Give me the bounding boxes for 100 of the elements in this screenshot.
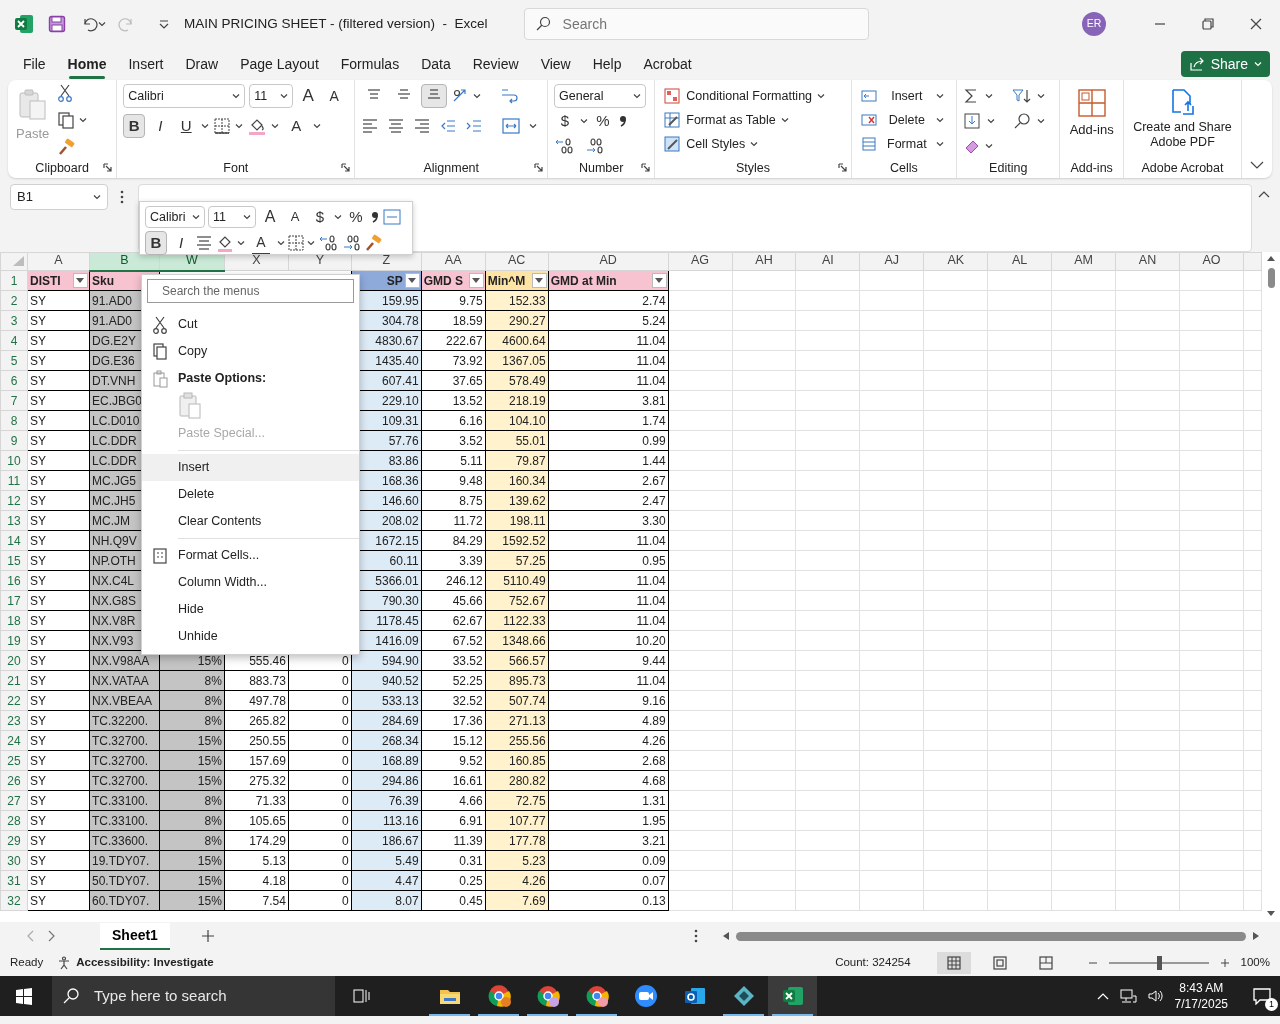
font-size-select[interactable]: 11	[249, 84, 294, 108]
underline-button[interactable]: U	[175, 114, 198, 138]
decrease-decimal-icon[interactable]	[584, 137, 605, 155]
close-icon[interactable]	[1250, 18, 1262, 30]
row-header[interactable]: 28	[0, 810, 28, 831]
row-header[interactable]: 32	[0, 890, 28, 911]
row-header[interactable]: 13	[0, 510, 28, 531]
row-header[interactable]: 8	[0, 410, 28, 431]
taskbar-search-box[interactable]: Type here to search	[52, 976, 335, 1016]
caret-icon[interactable]	[580, 117, 589, 125]
merge-icon[interactable]	[501, 117, 522, 135]
ribbon-tab[interactable]: View	[529, 49, 582, 79]
styles-menu-button[interactable]: Cell Styles	[661, 132, 761, 156]
column-header[interactable]: AI	[795, 252, 860, 271]
align-left-icon[interactable]	[361, 117, 380, 135]
add-sheet-icon[interactable]	[201, 930, 214, 942]
grow-font-button[interactable]: A	[297, 84, 320, 108]
volume-icon[interactable]	[1146, 988, 1165, 1004]
wrap-text-icon[interactable]	[499, 86, 520, 106]
add-ins-button[interactable]: Add-ins	[1067, 84, 1116, 158]
filter-button[interactable]	[468, 273, 484, 288]
font-color-button[interactable]: A	[283, 114, 310, 138]
view-button[interactable]	[936, 952, 971, 974]
collapse-formula-bar-icon[interactable]	[1258, 190, 1270, 198]
caret-icon[interactable]	[987, 117, 996, 125]
column-header[interactable]: AJ	[859, 252, 924, 271]
row-header[interactable]: 21	[0, 670, 28, 691]
row-header[interactable]: 23	[0, 710, 28, 731]
search-box[interactable]: Search	[523, 8, 869, 40]
ribbon-tab[interactable]: Home	[56, 49, 118, 79]
column-header[interactable]: B	[89, 252, 160, 271]
currency-button[interactable]: $	[309, 205, 331, 229]
avatar[interactable]: ER	[1082, 12, 1106, 36]
row-header[interactable]: 20	[0, 650, 28, 671]
caret-icon[interactable]	[1037, 117, 1046, 125]
maximize-icon[interactable]	[1202, 18, 1214, 30]
row-header[interactable]: 22	[0, 690, 28, 711]
row-header[interactable]: 19	[0, 630, 28, 651]
create-pdf-button[interactable]: Create and Share Adobe PDF	[1124, 84, 1241, 158]
percent-button[interactable]: %	[345, 205, 367, 229]
row-header[interactable]: 14	[0, 530, 28, 551]
scroll-down-icon[interactable]	[1266, 910, 1276, 918]
increase-decimal-icon[interactable]	[554, 137, 575, 155]
search-field[interactable]: Search	[560, 12, 841, 36]
ribbon-tab[interactable]: Formulas	[329, 49, 411, 79]
row-header[interactable]: 30	[0, 850, 28, 871]
name-box[interactable]: B1	[10, 184, 108, 210]
bold-button[interactable]: B	[145, 231, 167, 255]
italic-button[interactable]: I	[170, 231, 192, 255]
cells-menu-button[interactable]: Format	[857, 132, 946, 156]
save-icon[interactable]	[48, 15, 66, 33]
shrink-font-button[interactable]: A	[323, 84, 346, 108]
font-name-select[interactable]: Calibri	[123, 84, 246, 108]
italic-button[interactable]: I	[149, 114, 172, 138]
dialog-launcher-icon[interactable]	[103, 163, 113, 172]
next-sheet-icon[interactable]	[48, 930, 56, 942]
font-name-select[interactable]: Calibri	[145, 206, 205, 228]
cut-icon[interactable]	[57, 84, 74, 102]
filter-button[interactable]	[72, 273, 88, 288]
row-header[interactable]: 10	[0, 450, 28, 471]
row-header[interactable]: 24	[0, 730, 28, 751]
accessibility-button[interactable]: Accessibility: Investigate	[55, 953, 216, 973]
collapse-ribbon-icon[interactable]	[1250, 160, 1264, 170]
fill-color-icon[interactable]	[216, 234, 234, 252]
column-header[interactable]: A	[27, 252, 90, 271]
decrease-decimal-icon[interactable]	[341, 234, 361, 252]
caret-icon[interactable]	[271, 122, 280, 130]
caret-icon[interactable]	[334, 213, 342, 221]
caret-icon[interactable]	[307, 239, 315, 247]
dialog-launcher-icon[interactable]	[641, 163, 651, 172]
cells-menu-button[interactable]: Delete	[857, 108, 946, 132]
column-header[interactable]: AL	[987, 252, 1052, 271]
ribbon-tab[interactable]: File	[12, 49, 57, 79]
ribbon-tab[interactable]: Acrobat	[632, 49, 703, 79]
menu-search-box[interactable]: Search the menus	[147, 279, 354, 303]
caret-icon[interactable]	[235, 122, 244, 130]
row-header[interactable]: 5	[0, 350, 28, 371]
ribbon-tab[interactable]: Data	[410, 49, 462, 79]
zoom-slider-thumb[interactable]	[1156, 956, 1162, 970]
row-header[interactable]: 6	[0, 370, 28, 391]
styles-menu-button[interactable]: Format as Table	[661, 108, 791, 132]
copy-icon[interactable]	[57, 111, 76, 129]
caret-icon[interactable]	[313, 122, 322, 130]
currency-button[interactable]: $	[554, 109, 577, 133]
dialog-launcher-icon[interactable]	[837, 163, 847, 172]
row-header[interactable]: 29	[0, 830, 28, 851]
comma-style-icon[interactable]	[618, 114, 629, 128]
align-right-icon[interactable]	[413, 117, 432, 135]
row-header[interactable]: 26	[0, 770, 28, 791]
scrollbar-thumb[interactable]	[1267, 268, 1275, 288]
grow-font-button[interactable]: A	[259, 205, 281, 229]
show-hidden-icons-icon[interactable]	[1096, 992, 1109, 1000]
row-header[interactable]: 3	[0, 310, 28, 331]
ribbon-tab[interactable]: Page Layout	[229, 49, 330, 79]
row-header[interactable]: 11	[0, 470, 28, 491]
notifications-icon[interactable]	[1252, 987, 1272, 1005]
column-header[interactable]: AD	[548, 252, 669, 271]
caret-icon[interactable]	[237, 239, 245, 247]
filter-button[interactable]	[404, 273, 420, 288]
increase-decimal-icon[interactable]	[318, 234, 338, 252]
